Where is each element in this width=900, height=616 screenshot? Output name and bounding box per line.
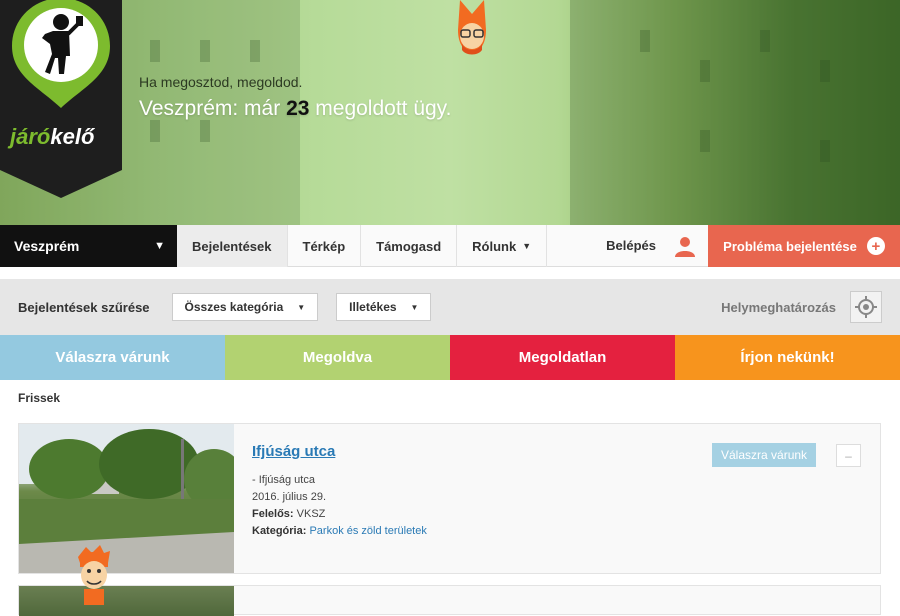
- user-icon: [675, 236, 695, 257]
- geolocation-label: Helymeghatározás: [721, 299, 836, 315]
- report-meta: - Ifjúság utca 2016. július 29. Felelős:…: [252, 472, 427, 540]
- tab-unsolved[interactable]: Megoldatlan: [450, 335, 675, 380]
- category-select-value: Összes kategória: [184, 300, 284, 314]
- status-badge[interactable]: Válaszra várunk: [712, 443, 817, 467]
- report-card: Ifjúság utca - Ifjúság utca 2016. július…: [18, 423, 881, 574]
- filter-label: Bejelentések szűrése: [18, 299, 150, 315]
- window: [150, 120, 160, 142]
- hero-banner: járókelő Ha megosztod, megoldod. Veszpré…: [0, 0, 900, 225]
- caret-down-icon: ▼: [154, 240, 165, 252]
- window: [200, 40, 210, 62]
- mascot-icon: [74, 545, 114, 610]
- responsible-value: VKSZ: [296, 508, 326, 520]
- report-address: - Ifjúság utca: [252, 474, 315, 486]
- building-right: [570, 0, 900, 225]
- nav-item-support[interactable]: Támogasd: [361, 225, 458, 267]
- caret-down-icon: ▼: [297, 302, 306, 312]
- plus-icon: +: [866, 237, 885, 255]
- hero-headline: Veszprém: már 23 megoldott ügy.: [139, 97, 452, 120]
- nav-item-about[interactable]: Rólunk ▼: [457, 225, 548, 267]
- caret-down-icon: ▼: [522, 241, 532, 251]
- report-date: 2016. július 29.: [252, 491, 326, 503]
- category-select[interactable]: Összes kategória ▼: [171, 293, 319, 321]
- site-logo[interactable]: járókelő: [0, 0, 122, 198]
- window: [820, 60, 830, 82]
- tab-awaiting-response[interactable]: Válaszra várunk: [0, 335, 225, 380]
- nav-item-about-label: Rólunk: [472, 238, 517, 254]
- window: [820, 140, 830, 162]
- authority-select[interactable]: Illetékes ▼: [336, 293, 432, 321]
- window: [760, 30, 770, 52]
- status-tabs: Válaszra várunk Megoldva Megoldatlan Írj…: [0, 335, 900, 380]
- tab-solved[interactable]: Megoldva: [225, 335, 450, 380]
- report-thumbnail[interactable]: [19, 424, 234, 573]
- report-responsible: Felelős: VKSZ: [252, 506, 427, 523]
- window: [640, 30, 650, 52]
- solved-count: 23: [286, 97, 310, 120]
- collapse-button[interactable]: –: [836, 444, 861, 467]
- report-problem-button[interactable]: Probléma bejelentése +: [708, 225, 900, 267]
- window: [700, 130, 710, 152]
- caret-down-icon: ▼: [410, 302, 419, 312]
- window: [200, 120, 210, 142]
- report-category: Kategória: Parkok és zöld területek: [252, 523, 427, 540]
- crosshair-icon: [855, 296, 877, 318]
- mascot-icon: [452, 0, 492, 61]
- main-navigation: Veszprém ▼ Bejelentések Térkép Támogasd …: [0, 225, 900, 267]
- report-problem-label: Probléma bejelentése: [723, 238, 857, 254]
- city-selector[interactable]: Veszprém ▼: [0, 225, 177, 267]
- category-label: Kategória:: [252, 525, 307, 537]
- section-title: Frissek: [18, 391, 61, 405]
- nav-item-reports[interactable]: Bejelentések: [177, 225, 288, 267]
- window: [700, 60, 710, 82]
- filter-bar: Bejelentések szűrése Összes kategória ▼ …: [0, 279, 900, 335]
- responsible-label: Felelős:: [252, 508, 294, 520]
- window: [250, 40, 260, 62]
- hero-tagline: Ha megosztod, megoldod.: [139, 74, 303, 90]
- report-thumbnail[interactable]: [19, 586, 234, 616]
- category-link[interactable]: Parkok és zöld területek: [309, 525, 426, 537]
- window: [150, 40, 160, 62]
- tab-write-to-us[interactable]: Írjon nekünk!: [675, 335, 900, 380]
- city-name: Veszprém: [14, 238, 80, 254]
- nav-item-map[interactable]: Térkép: [288, 225, 362, 267]
- authority-select-value: Illetékes: [349, 300, 397, 314]
- login-link[interactable]: Belépés: [606, 225, 708, 266]
- geolocation-button[interactable]: [850, 291, 882, 323]
- logo-wordmark: járókelő: [10, 124, 95, 149]
- report-card-next: [18, 585, 881, 616]
- report-title-link[interactable]: Ifjúság utca: [252, 443, 335, 460]
- login-label: Belépés: [606, 238, 656, 253]
